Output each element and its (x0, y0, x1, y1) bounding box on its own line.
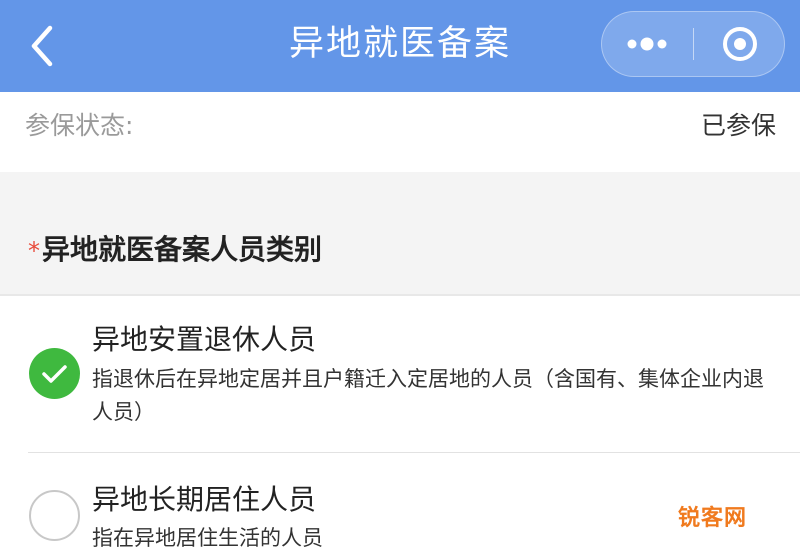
option-title: 异地长期居住人员 (92, 483, 317, 516)
option-description: 指退休后在异地定居并且户籍迁入定居地的人员（含国有、集体企业内退人员） (92, 367, 764, 424)
option-title: 异地安置退休人员 (92, 323, 317, 356)
check-icon (42, 365, 67, 383)
radio-checked[interactable] (29, 348, 80, 399)
insured-status-value: 已参保 (700, 111, 776, 140)
insured-status-row: 参保状态: 已参保 (0, 92, 800, 172)
header-bar: 异地就医备案 (0, 0, 800, 92)
target-circle-icon (723, 27, 757, 61)
more-dots-icon (627, 37, 667, 51)
more-button[interactable] (602, 12, 693, 76)
option-relocated-retiree[interactable]: 异地安置退休人员 指退休后在异地定居并且户籍迁入定居地的人员（含国有、集体企业内… (0, 296, 800, 452)
section-title-text: 异地就医备案人员类别 (42, 233, 323, 266)
page: 异地就医备案 参保状态: 已参保 *异地就医备案人员类别 异地安置退休人员 指退… (0, 0, 800, 550)
mini-program-capsule (601, 11, 785, 77)
option-long-term-resident[interactable]: 异地长期居住人员 指在异地居住生活的人员 (0, 453, 800, 550)
watermark-logo: 锐客网 (678, 506, 748, 531)
required-mark: * (28, 237, 40, 265)
insured-status-label: 参保状态: (25, 111, 134, 140)
section-title: *异地就医备案人员类别 (28, 228, 322, 273)
close-button[interactable] (694, 12, 786, 76)
radio-unchecked[interactable] (29, 490, 80, 541)
